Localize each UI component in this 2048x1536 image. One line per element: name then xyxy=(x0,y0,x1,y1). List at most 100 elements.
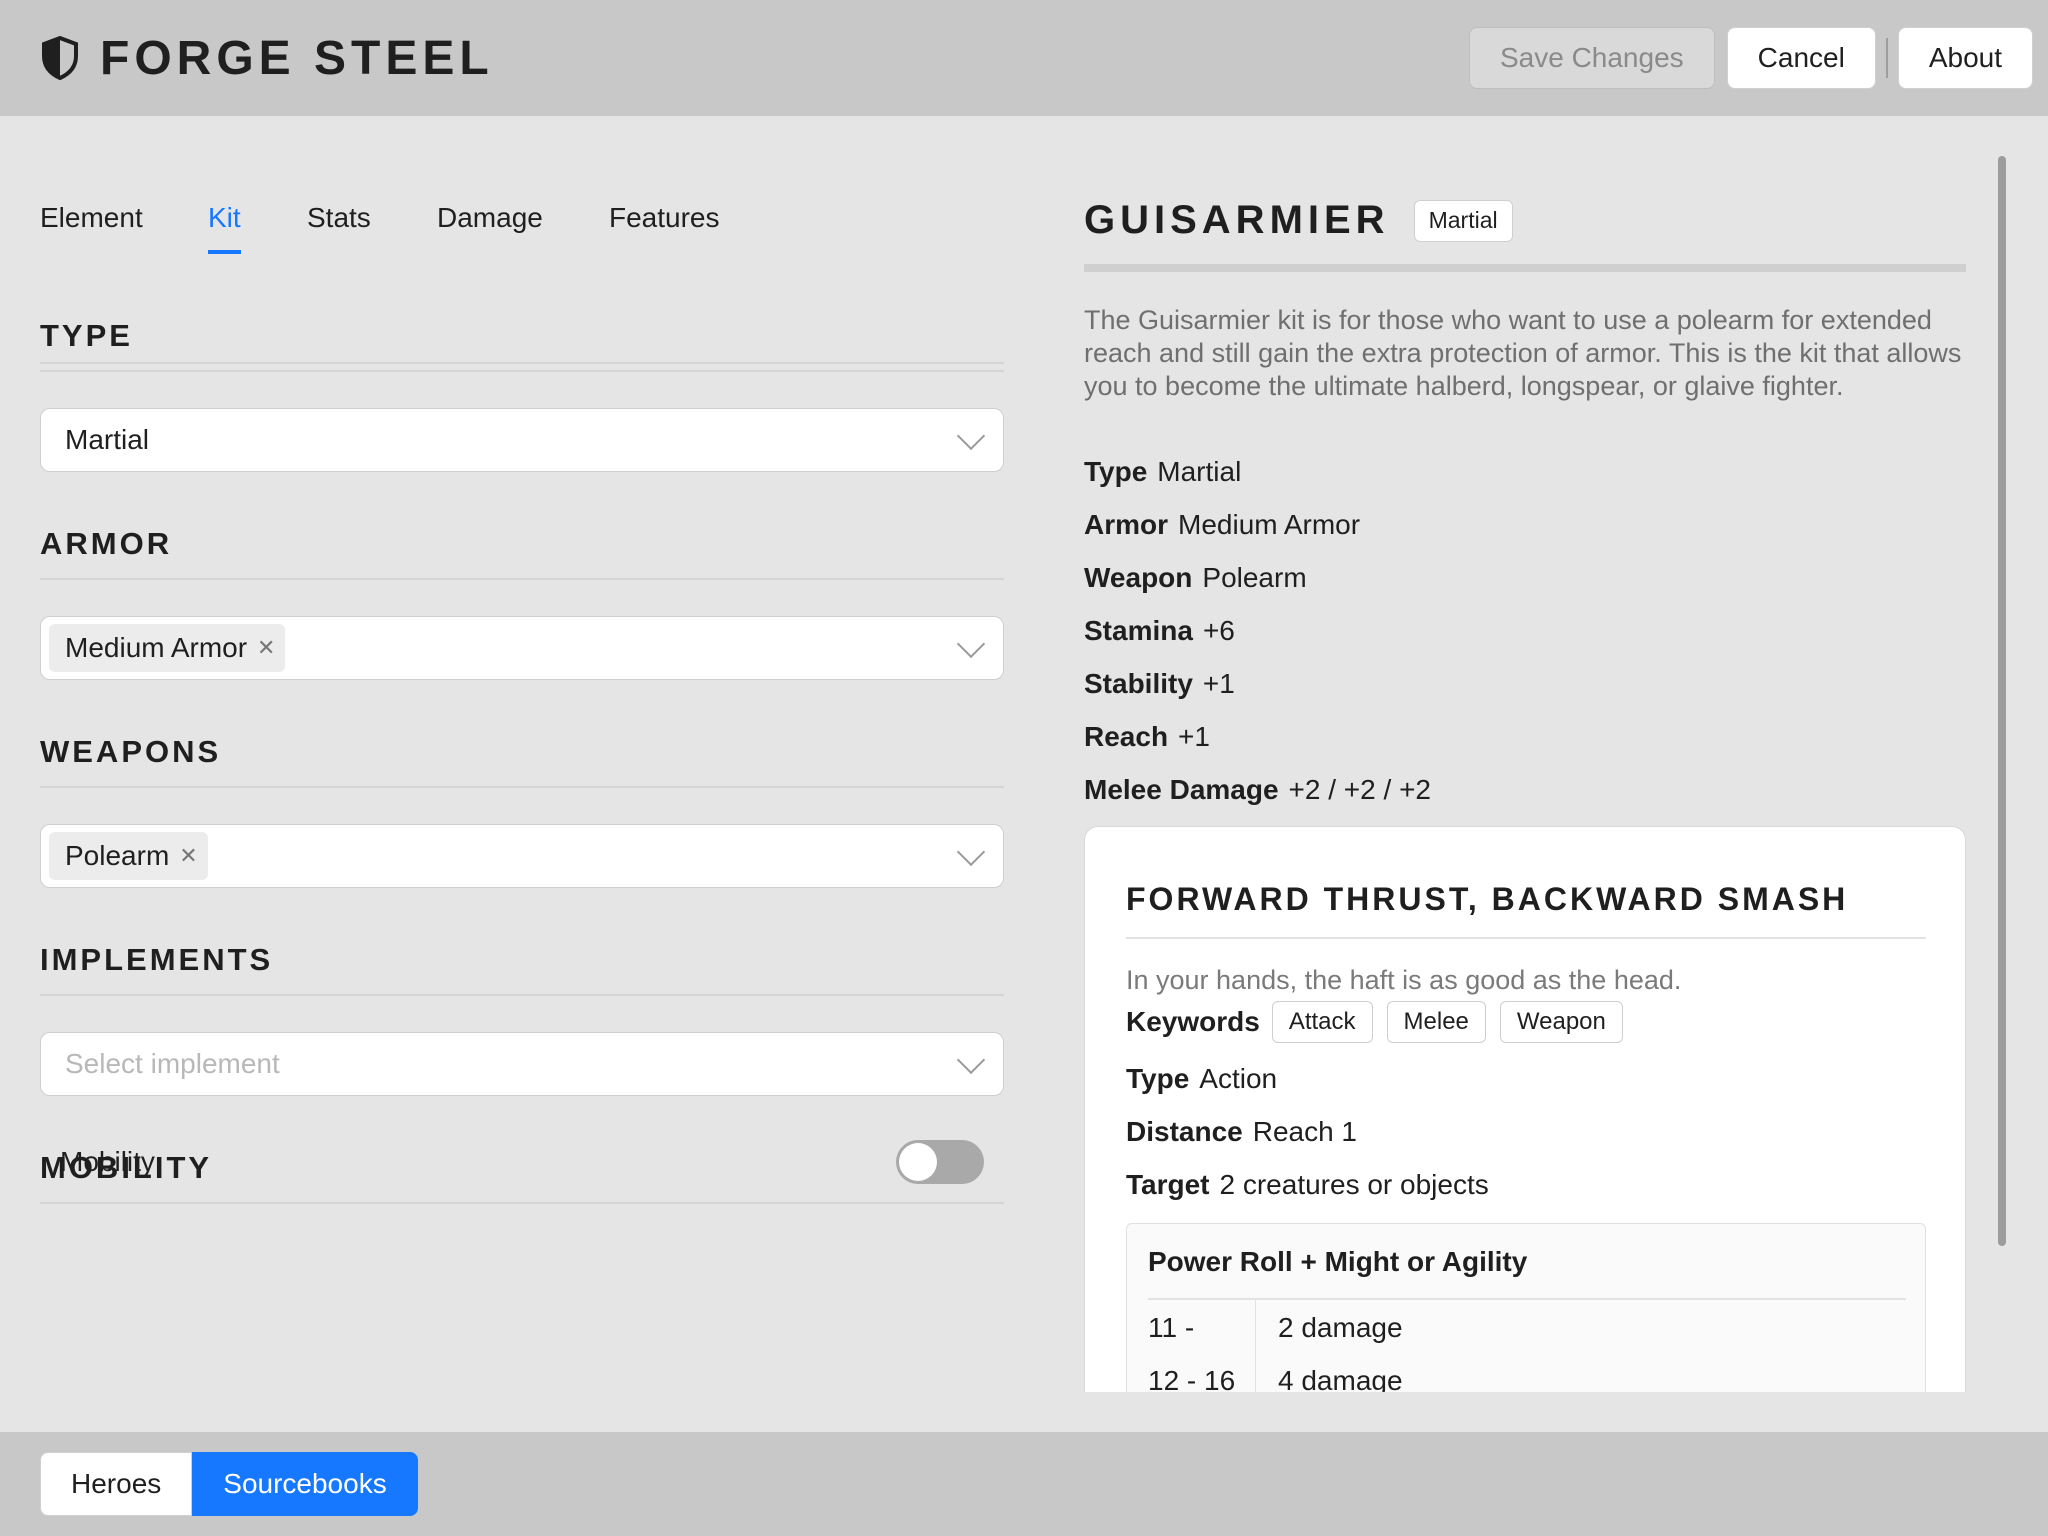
kit-editor: Element Kit Stats Damage Features TYPE M… xyxy=(40,116,1004,1432)
header-actions: Save Changes Cancel About xyxy=(1468,27,2033,89)
weapons-heading: WEAPONS xyxy=(40,734,222,769)
sourcebooks-button[interactable]: Sourcebooks xyxy=(192,1452,418,1516)
armor-chip: Medium Armor ✕ xyxy=(49,624,286,672)
power-roll-tier: 11 - 2 damage xyxy=(1148,1312,1403,1344)
ability-field: Distance Reach 1 xyxy=(1126,1116,1357,1148)
stat-label: Armor xyxy=(1084,509,1169,540)
cancel-button[interactable]: Cancel xyxy=(1726,27,1876,89)
mobility-divider xyxy=(40,1202,1004,1204)
keywords-label: Keywords xyxy=(1126,1006,1260,1037)
field-value: 2 creatures or objects xyxy=(1219,1169,1489,1200)
toggle-knob xyxy=(899,1143,937,1181)
field-label: Type xyxy=(1126,1063,1190,1094)
armor-divider xyxy=(40,578,1004,580)
stat-label: Type xyxy=(1084,456,1148,487)
type-divider xyxy=(40,370,1004,372)
kit-stat-row: Armor Medium Armor xyxy=(1084,509,1360,541)
stat-value: +1 xyxy=(1178,721,1210,752)
app-footer: Heroes Sourcebooks xyxy=(0,1432,2048,1536)
tier-effect: 4 damage xyxy=(1278,1365,1403,1392)
power-roll-rule xyxy=(1148,1298,1906,1300)
kit-stat-row: Melee Damage +2 / +2 / +2 xyxy=(1084,774,1431,806)
editor-tabs: Element Kit Stats Damage Features xyxy=(40,182,1004,364)
tab-stats[interactable]: Stats xyxy=(307,182,371,296)
field-label: Distance xyxy=(1126,1116,1243,1147)
stat-label: Stability xyxy=(1084,668,1193,699)
tab-damage[interactable]: Damage xyxy=(437,182,543,296)
app-title: FORGE STEEL xyxy=(100,31,494,85)
chevron-down-icon xyxy=(956,629,986,659)
kit-stat-row: Type Martial xyxy=(1084,456,1241,488)
kit-type-tag: Martial xyxy=(1413,199,1513,242)
kit-header: GUISARMIER Martial xyxy=(1084,198,1513,243)
preview-scrollbar[interactable] xyxy=(1998,156,2006,1246)
stat-value: Polearm xyxy=(1202,562,1307,593)
implements-heading: IMPLEMENTS xyxy=(40,942,274,977)
implements-placeholder: Select implement xyxy=(65,1048,280,1079)
stat-value: +6 xyxy=(1202,615,1235,646)
kit-stat-row: Stability +1 xyxy=(1084,668,1235,700)
mobility-label: Mobility xyxy=(60,1146,155,1177)
stat-label: Stamina xyxy=(1084,615,1193,646)
about-button[interactable]: About xyxy=(1897,27,2033,89)
field-value: Action xyxy=(1199,1063,1278,1094)
tier-effect: 2 damage xyxy=(1278,1312,1403,1343)
ability-field: Target 2 creatures or objects xyxy=(1126,1169,1489,1201)
stat-value: Medium Armor xyxy=(1178,509,1361,540)
stat-value: Martial xyxy=(1157,456,1242,487)
remove-armor-icon[interactable]: ✕ xyxy=(257,635,275,661)
chevron-down-icon xyxy=(956,1045,986,1075)
remove-weapon-icon[interactable]: ✕ xyxy=(179,843,197,869)
app-header: FORGE STEEL Save Changes Cancel About xyxy=(0,0,2048,116)
shield-icon xyxy=(42,36,78,80)
keyword-tag: Melee xyxy=(1386,1001,1486,1043)
kit-stat-row: Stamina +6 xyxy=(1084,615,1235,647)
ability-field: Type Action xyxy=(1126,1063,1277,1095)
chevron-down-icon xyxy=(956,837,986,867)
armor-select[interactable]: Medium Armor ✕ xyxy=(40,616,1004,680)
power-roll-tier: 12 - 16 4 damage xyxy=(1148,1365,1403,1392)
weapons-select[interactable]: Polearm ✕ xyxy=(40,824,1004,888)
tier-range: 12 - 16 xyxy=(1148,1365,1236,1392)
brand: FORGE STEEL xyxy=(40,31,494,86)
tab-element[interactable]: Element xyxy=(40,182,143,296)
stat-label: Reach xyxy=(1084,721,1169,752)
kit-description: The Guisarmier kit is for those who want… xyxy=(1084,305,1962,401)
power-roll-box: Power Roll + Might or Agility 11 - 2 dam… xyxy=(1126,1223,1926,1392)
mobility-row: Mobility xyxy=(60,1132,984,1192)
weapon-chip-label: Polearm xyxy=(65,840,170,871)
stat-value: +1 xyxy=(1202,668,1235,699)
keywords-row: Keywords Attack Melee Weapon xyxy=(1126,1001,1627,1043)
type-heading: TYPE xyxy=(40,318,133,353)
keyword-tag: Attack xyxy=(1271,1001,1373,1043)
field-value: Reach 1 xyxy=(1252,1116,1358,1147)
power-roll-title: Power Roll + Might or Agility xyxy=(1148,1246,1528,1277)
tab-features[interactable]: Features xyxy=(609,182,720,296)
ability-flavor: In your hands, the haft is as good as th… xyxy=(1126,965,1682,995)
stat-label: Melee Damage xyxy=(1084,774,1279,805)
save-changes-button[interactable]: Save Changes xyxy=(1468,27,1715,89)
tier-range: 11 - xyxy=(1148,1312,1195,1343)
kit-stat-row: Weapon Polearm xyxy=(1084,562,1307,594)
header-divider xyxy=(1885,38,1888,78)
heroes-button[interactable]: Heroes xyxy=(40,1452,193,1516)
kit-stat-row: Reach +1 xyxy=(1084,721,1210,753)
view-switcher: Heroes Sourcebooks xyxy=(40,1452,418,1516)
ability-title-rule xyxy=(1126,937,1926,939)
tab-kit[interactable]: Kit xyxy=(208,182,241,296)
field-label: Target xyxy=(1126,1169,1210,1200)
implements-select[interactable]: Select implement xyxy=(40,1032,1004,1096)
armor-heading: ARMOR xyxy=(40,526,173,561)
ability-card: FORWARD THRUST, BACKWARD SMASH In your h… xyxy=(1084,826,1966,1392)
stat-value: +2 / +2 / +2 xyxy=(1288,774,1431,805)
type-select[interactable]: Martial xyxy=(40,408,1004,472)
keyword-tag: Weapon xyxy=(1499,1001,1623,1043)
mobility-toggle[interactable] xyxy=(896,1140,984,1184)
kit-title: GUISARMIER xyxy=(1084,198,1390,242)
weapons-divider xyxy=(40,786,1004,788)
kit-title-rule xyxy=(1084,264,1966,272)
stat-label: Weapon xyxy=(1084,562,1193,593)
chevron-down-icon xyxy=(956,421,986,451)
armor-chip-label: Medium Armor xyxy=(65,632,248,663)
type-select-value: Martial xyxy=(65,424,150,455)
